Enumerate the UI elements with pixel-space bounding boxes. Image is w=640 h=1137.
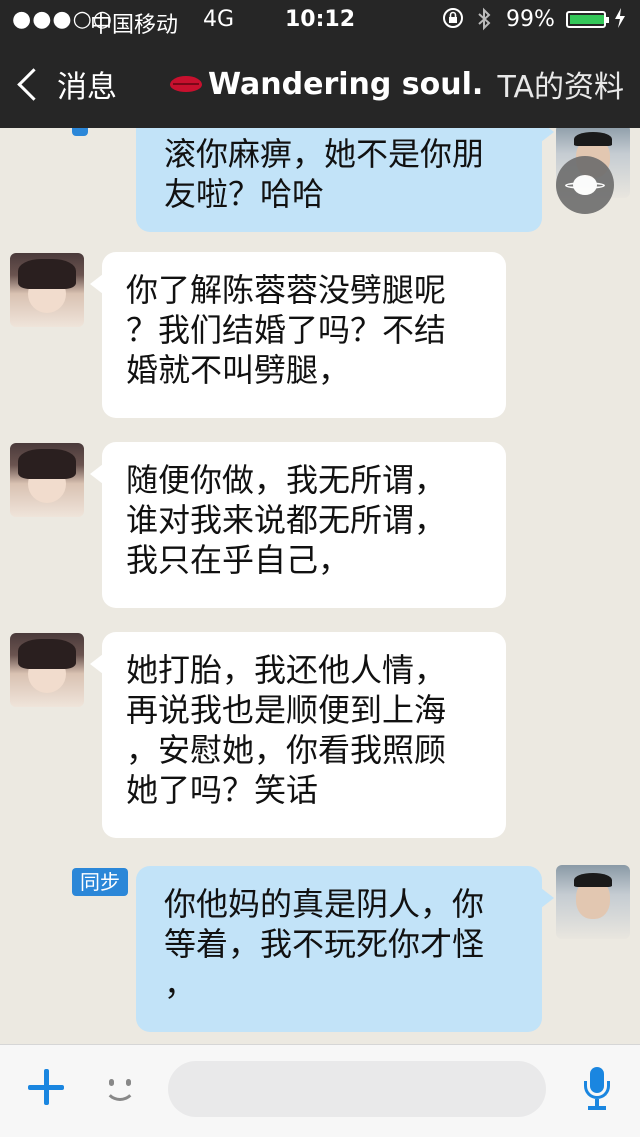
contact-name: Wandering soul. bbox=[208, 66, 484, 102]
avatar-contact[interactable] bbox=[10, 443, 84, 517]
message-bubble-incoming[interactable]: 你了解陈蓉蓉没劈腿呢 ？我们结婚了吗？不结 婚就不叫劈腿， bbox=[90, 252, 506, 418]
sync-badge: 同步 bbox=[72, 868, 128, 896]
floating-planet-button[interactable] bbox=[556, 156, 614, 214]
message-line: 你了解陈蓉蓉没劈腿呢 bbox=[126, 271, 447, 309]
message-line: 谁对我来说都无所谓， bbox=[126, 501, 447, 539]
back-label: 消息 bbox=[57, 70, 117, 105]
message-line: 滚你麻痹，她不是你朋 bbox=[164, 135, 485, 173]
message-line: ， bbox=[164, 965, 197, 1003]
chevron-left-icon bbox=[17, 67, 50, 101]
microphone-icon[interactable] bbox=[582, 1067, 612, 1113]
sync-badge bbox=[72, 128, 88, 136]
charging-bolt-icon bbox=[614, 7, 626, 35]
message-bubble-outgoing[interactable]: 滚你麻痹，她不是你朋 滚你麻痹，她不是你朋 友啦？哈哈 bbox=[136, 128, 554, 232]
back-button[interactable]: 消息 bbox=[14, 62, 117, 106]
lips-icon bbox=[170, 74, 202, 94]
message-line: 友啦？哈哈 bbox=[164, 175, 325, 213]
message-line: 再说我也是顺便到上海 bbox=[126, 691, 447, 729]
message-line: ，安慰她，你看我照顾 bbox=[126, 731, 447, 769]
plus-icon[interactable] bbox=[24, 1065, 68, 1109]
message-line: 她打胎，我还他人情， bbox=[126, 651, 447, 689]
profile-button[interactable]: TA的资料 bbox=[497, 62, 624, 106]
avatar-contact[interactable] bbox=[10, 253, 84, 327]
message-line: 她了吗？笑话 bbox=[126, 771, 319, 809]
message-bubble-outgoing[interactable]: 你他妈的真是阴人，你 等着，我不玩死你才怪 ， bbox=[136, 866, 554, 1032]
message-line: ？我们结婚了吗？不结 bbox=[126, 311, 447, 349]
message-bubble-incoming[interactable]: 她打胎，我还他人情， 再说我也是顺便到上海 ，安慰她，你看我照顾 她了吗？笑话 bbox=[90, 632, 506, 838]
message-bubble-incoming[interactable]: 随便你做，我无所谓， 谁对我来说都无所谓， 我只在乎自己， bbox=[90, 442, 506, 608]
status-bar: ●●●○○ 中国移动 4G 10:12 99% bbox=[0, 0, 640, 40]
message-line: 随便你做，我无所谓， bbox=[126, 461, 447, 499]
battery-percent: 99% bbox=[506, 7, 555, 32]
message-input[interactable] bbox=[168, 1061, 546, 1117]
battery-level bbox=[570, 15, 604, 24]
message-line: 等着，我不玩死你才怪 bbox=[164, 925, 485, 963]
message-line: 婚就不叫劈腿， bbox=[126, 351, 351, 389]
chat-title: Wandering soul. bbox=[170, 62, 483, 106]
rotation-lock-icon bbox=[442, 7, 464, 35]
bluetooth-icon bbox=[476, 7, 492, 37]
smiley-icon[interactable] bbox=[100, 1067, 140, 1107]
message-line: 我只在乎自己， bbox=[126, 541, 351, 579]
battery-icon bbox=[566, 11, 609, 28]
input-bar bbox=[0, 1044, 640, 1137]
avatar-self[interactable] bbox=[556, 865, 630, 939]
avatar-contact[interactable] bbox=[10, 633, 84, 707]
nav-bar: 消息 Wandering soul. TA的资料 bbox=[0, 40, 640, 128]
message-list[interactable]: 滚你麻痹，她不是你朋 滚你麻痹，她不是你朋 友啦？哈哈 你了解陈蓉蓉没劈腿呢 ？… bbox=[0, 128, 640, 1044]
message-line: 你他妈的真是阴人，你 bbox=[164, 885, 485, 923]
